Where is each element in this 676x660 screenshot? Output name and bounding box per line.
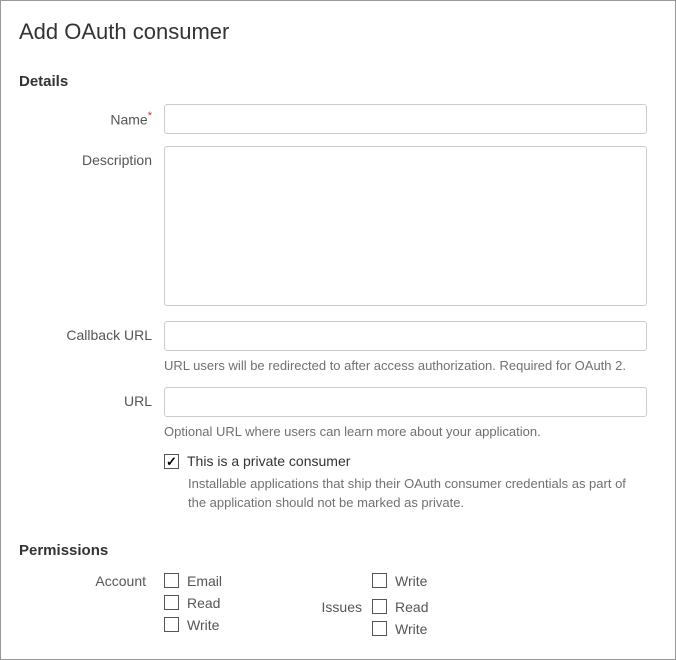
page-title: Add OAuth consumer [19, 19, 647, 45]
account-read-label: Read [187, 595, 220, 611]
name-input[interactable] [164, 104, 647, 134]
private-consumer-help: Installable applications that ship their… [188, 475, 647, 511]
url-help: Optional URL where users can learn more … [164, 423, 647, 441]
account-write-label: Write [187, 617, 219, 633]
private-consumer-checkbox[interactable] [164, 454, 179, 469]
private-consumer-label: This is a private consumer [187, 453, 350, 469]
url-label: URL [19, 387, 164, 409]
issues-read-checkbox[interactable] [372, 599, 387, 614]
callback-url-help: URL users will be redirected to after ac… [164, 357, 647, 375]
issues-write-label: Write [395, 621, 427, 637]
callback-url-input[interactable] [164, 321, 647, 351]
account-label: Account [19, 573, 164, 589]
account-read-checkbox[interactable] [164, 595, 179, 610]
description-label: Description [19, 146, 164, 168]
account-write-checkbox[interactable] [164, 617, 179, 632]
right-top-write-label: Write [395, 573, 427, 589]
issues-write-checkbox[interactable] [372, 621, 387, 636]
right-top-write-checkbox[interactable] [372, 573, 387, 588]
issues-label: Issues [312, 599, 372, 615]
issues-read-label: Read [395, 599, 428, 615]
url-input[interactable] [164, 387, 647, 417]
account-email-checkbox[interactable] [164, 573, 179, 588]
name-label: Name* [19, 104, 164, 128]
permissions-heading: Permissions [19, 542, 647, 559]
callback-url-label: Callback URL [19, 321, 164, 343]
account-email-label: Email [187, 573, 222, 589]
account-options: Email Read Write [164, 573, 222, 637]
description-input[interactable] [164, 146, 647, 306]
details-heading: Details [19, 73, 647, 90]
